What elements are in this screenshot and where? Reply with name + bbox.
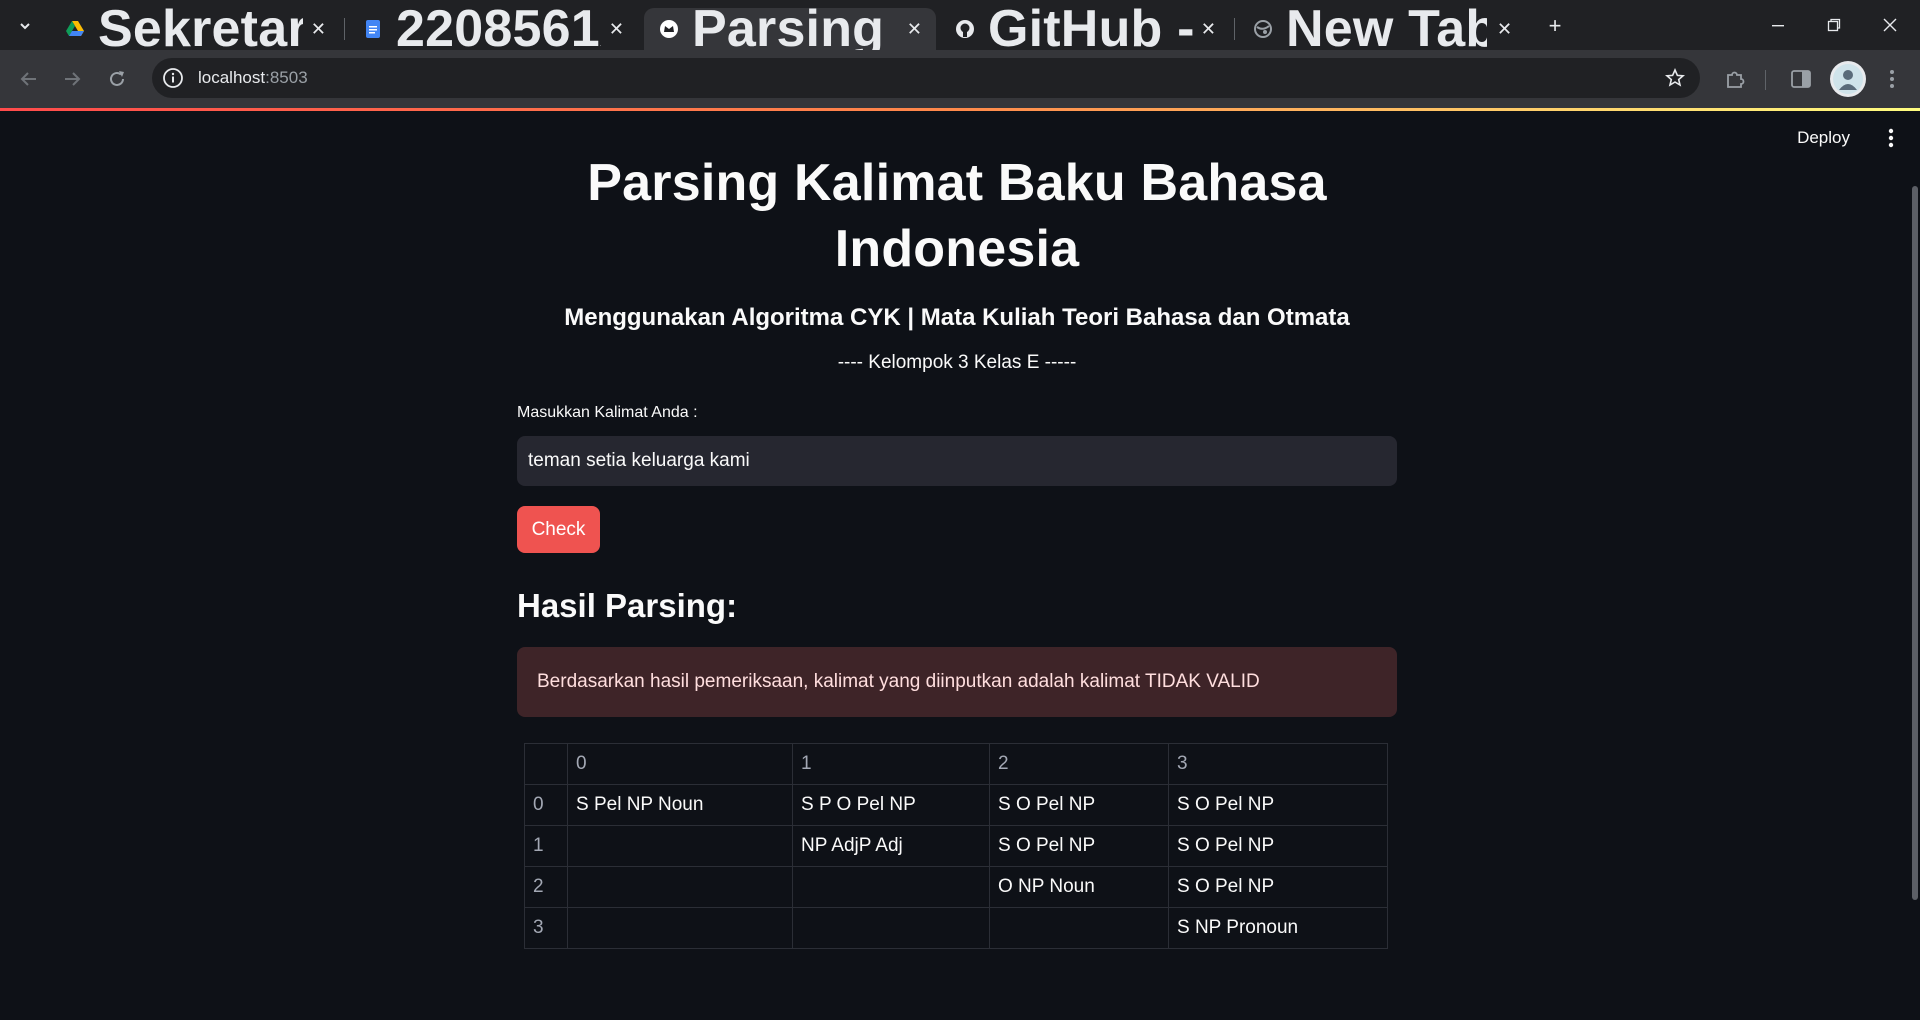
extensions-puzzle-icon[interactable] xyxy=(1722,66,1748,92)
main-content: Parsing Kalimat Baku Bahasa Indonesia Me… xyxy=(517,150,1397,949)
tab-github[interactable]: GitHub - GusSurya031/fp-tbo ✕ xyxy=(940,0,1230,58)
table-cell xyxy=(792,907,990,949)
error-alert: Berdasarkan hasil pemeriksaan, kalimat y… xyxy=(517,647,1397,717)
new-tab-plus-icon[interactable]: + xyxy=(1540,12,1570,40)
cyk-table: 0 1 2 3 0 S Pel NP Noun S P O Pel NP S O… xyxy=(524,743,1388,949)
tab-close-icon[interactable]: ✕ xyxy=(311,19,326,39)
tab-separator xyxy=(344,18,345,40)
check-button[interactable]: Check xyxy=(517,506,600,553)
url-port: :8503 xyxy=(265,68,308,87)
tab-new-tab[interactable]: New Tab ✕ xyxy=(1238,0,1528,58)
tab-close-icon[interactable]: ✕ xyxy=(1495,19,1514,39)
table-corner-cell xyxy=(524,743,568,785)
row-index: 3 xyxy=(524,907,568,949)
tab-close-icon[interactable]: ✕ xyxy=(907,19,922,39)
profile-avatar[interactable] xyxy=(1830,61,1866,97)
table-cell xyxy=(792,866,990,908)
table-cell: S P O Pel NP xyxy=(792,784,990,826)
side-panel-icon[interactable] xyxy=(1788,66,1814,92)
column-header: 1 xyxy=(792,743,990,785)
globe-icon xyxy=(1254,20,1272,38)
browser-tab-strip: Sekretaris - Google Drive ✕ 2208561XXX-K… xyxy=(0,0,1920,58)
sentence-input-label: Masukkan Kalimat Anda : xyxy=(517,404,698,421)
tab-streamlit-app[interactable]: Parsing Kalimat Baku Bahasa Ind ✕ xyxy=(644,0,936,58)
streamlit-icon xyxy=(660,20,678,38)
forward-arrow-icon[interactable] xyxy=(57,64,87,94)
site-info-icon[interactable] xyxy=(162,67,184,89)
app-menu-dots-icon[interactable] xyxy=(1876,123,1906,153)
address-bar[interactable]: localhost:8503 xyxy=(152,58,1700,98)
table-cell xyxy=(567,825,793,867)
table-row: 0 S Pel NP Noun S P O Pel NP S O Pel NP … xyxy=(524,784,1388,826)
browser-toolbar: localhost:8503 xyxy=(0,50,1920,108)
minimize-icon[interactable] xyxy=(1750,0,1806,50)
table-cell: S Pel NP Noun xyxy=(567,784,793,826)
reload-icon[interactable] xyxy=(102,64,132,94)
toolbar-separator xyxy=(1765,70,1766,90)
url-host: localhost xyxy=(198,68,266,87)
table-header-row: 0 1 2 3 xyxy=(524,743,1388,785)
row-index: 1 xyxy=(524,825,568,867)
page-title: Parsing Kalimat Baku Bahasa Indonesia xyxy=(587,154,1327,278)
streamlit-decoration-bar xyxy=(0,108,1920,111)
tab-google-drive[interactable]: Sekretaris - Google Drive ✕ xyxy=(50,0,340,58)
app-header: Deploy xyxy=(1785,118,1920,158)
table-cell: S O Pel NP xyxy=(1168,784,1388,826)
table-cell: S NP Pronoun xyxy=(1168,907,1388,949)
table-row: 2 O NP Noun S O Pel NP xyxy=(524,866,1388,908)
tab-close-icon[interactable]: ✕ xyxy=(1201,19,1216,39)
tab-separator xyxy=(1234,18,1235,40)
row-index: 0 xyxy=(524,784,568,826)
bookmark-star-icon[interactable] xyxy=(1664,67,1686,89)
table-row: 1 NP AdjP Adj S O Pel NP S O Pel NP xyxy=(524,825,1388,867)
result-heading: Hasil Parsing: xyxy=(517,587,738,624)
github-icon xyxy=(956,20,974,38)
table-cell: S O Pel NP xyxy=(1168,866,1388,908)
tab-search-chevron-icon[interactable] xyxy=(10,12,40,40)
table-row: 3 S NP Pronoun xyxy=(524,907,1388,949)
table-cell: O NP Noun xyxy=(989,866,1169,908)
back-arrow-icon[interactable] xyxy=(14,64,44,94)
row-index: 2 xyxy=(524,866,568,908)
page-scrollbar[interactable] xyxy=(1912,186,1918,900)
table-cell: NP AdjP Adj xyxy=(792,825,990,867)
page-subtitle: Menggunakan Algoritma CYK | Mata Kuliah … xyxy=(564,304,1350,331)
tab-close-icon[interactable]: ✕ xyxy=(609,19,624,39)
url-text: localhost:8503 xyxy=(198,68,308,88)
sentence-input[interactable]: teman setia keluarga kami xyxy=(517,436,1397,486)
chrome-menu-dots-icon[interactable] xyxy=(1879,66,1905,92)
restore-icon[interactable] xyxy=(1806,0,1862,50)
table-cell xyxy=(567,907,793,949)
google-docs-icon xyxy=(364,20,382,38)
table-cell xyxy=(567,866,793,908)
column-header: 3 xyxy=(1168,743,1388,785)
table-cell: S O Pel NP xyxy=(1168,825,1388,867)
group-caption: ---- Kelompok 3 Kelas E ----- xyxy=(837,352,1077,373)
column-header: 0 xyxy=(567,743,793,785)
google-drive-icon xyxy=(66,20,84,38)
table-cell xyxy=(989,907,1169,949)
window-close-icon[interactable] xyxy=(1862,0,1918,50)
table-cell: S O Pel NP xyxy=(989,825,1169,867)
tab-google-docs[interactable]: 2208561XXX-Kelompok 3-Kelas ✕ xyxy=(348,0,638,58)
alert-text: Berdasarkan hasil pemeriksaan, kalimat y… xyxy=(537,671,1260,692)
deploy-button[interactable]: Deploy xyxy=(1785,122,1862,154)
column-header: 2 xyxy=(989,743,1169,785)
table-cell: S O Pel NP xyxy=(989,784,1169,826)
